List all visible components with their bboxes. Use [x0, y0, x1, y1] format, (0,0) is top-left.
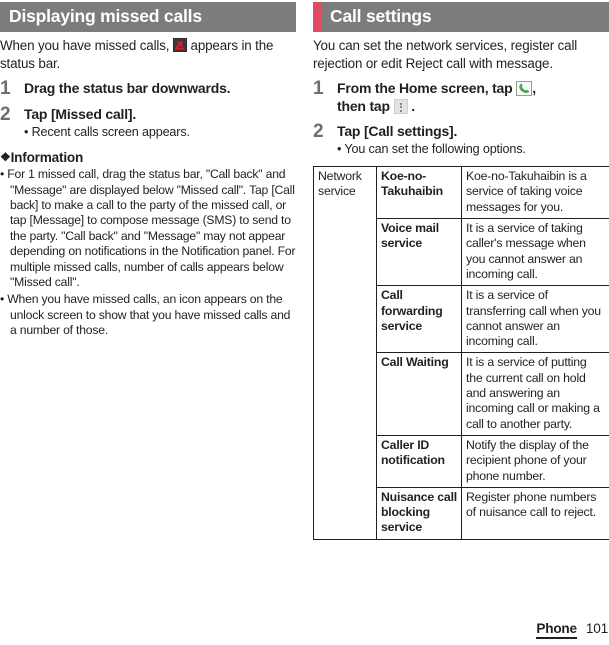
page-footer: Phone 101 — [536, 621, 608, 639]
information-heading: ❖Information — [0, 150, 296, 165]
step-number: 2 — [313, 121, 324, 143]
section-header-missed-calls: Displaying missed calls — [0, 2, 296, 32]
step-body: Tap [Call settings]. • You can set the f… — [337, 122, 609, 157]
step-number: 1 — [313, 78, 324, 100]
step-number: 1 — [0, 78, 11, 100]
step-text-part1: From the Home screen, tap — [337, 80, 513, 97]
information-item: • When you have missed calls, an icon ap… — [0, 292, 291, 338]
phone-handset-icon — [516, 81, 533, 97]
information-marker-icon: ❖ — [0, 150, 11, 165]
table-cell-option-name: Call forwarding service — [376, 285, 462, 354]
section-header-call-settings: Call settings — [313, 2, 609, 32]
step-title: Drag the status bar downwards. — [24, 80, 231, 97]
manual-page: Displaying missed calls When you have mi… — [0, 0, 609, 645]
left-column: Displaying missed calls When you have mi… — [0, 0, 296, 645]
intro-paragraph: When you have missed calls, appears in t… — [0, 37, 296, 72]
step-2-right: 2 Tap [Call settings]. • You can set the… — [313, 122, 609, 157]
step-title: Tap [Call settings]. — [337, 123, 458, 140]
call-settings-options-table: Network service Koe-no-Takuhaibin Koe-no… — [313, 166, 609, 540]
table-cell-option-name: Voice mail service — [376, 218, 462, 287]
overflow-menu-icon — [393, 99, 408, 115]
table-cell-option-description: It is a service of taking caller's messa… — [461, 218, 609, 287]
step-title: Tap [Missed call]. — [24, 106, 137, 123]
step-title: From the Home screen, tap , then tap . — [337, 79, 609, 115]
section-title: Call settings — [330, 5, 432, 26]
table-cell-option-name: Nuisance call blocking service — [376, 486, 462, 540]
missed-call-icon — [172, 38, 187, 52]
step-1-left: 1 Drag the status bar downwards. — [0, 79, 296, 98]
table-cell-option-name: Koe-no-Takuhaibin — [376, 166, 462, 220]
information-item: • For 1 missed call, drag the status bar… — [0, 167, 296, 290]
table-row: Network service Koe-no-Takuhaibin Koe-no… — [313, 166, 609, 540]
table-cell-option-name: Call Waiting — [376, 352, 462, 436]
intro-text-before: When you have missed calls, — [0, 38, 170, 53]
footer-page-number: 101 — [585, 621, 608, 636]
step-bullet: • You can set the following options. — [337, 142, 526, 157]
step-text-part2: , — [532, 80, 536, 97]
step-2-left: 2 Tap [Missed call]. • Recent calls scre… — [0, 105, 296, 140]
table-cell-option-name: Caller ID notification — [376, 434, 462, 488]
step-number: 2 — [0, 104, 11, 126]
step-bullet: • Recent calls screen appears. — [24, 125, 190, 140]
step-body: From the Home screen, tap , then tap . — [337, 79, 609, 115]
table-cell-option-description: It is a service of putting the current c… — [461, 352, 609, 436]
step-text-part4: . — [411, 98, 415, 115]
step-body: Drag the status bar downwards. — [24, 79, 296, 97]
right-column: Call settings You can set the network se… — [313, 0, 609, 645]
step-body: Tap [Missed call]. • Recent calls screen… — [24, 105, 296, 140]
step-1-right: 1 From the Home screen, tap , then tap . — [313, 79, 609, 115]
table-cell-option-description: Koe-no-Takuhaibin is a service of taking… — [461, 166, 609, 220]
step-text-part3: then tap — [337, 98, 390, 115]
intro-paragraph: You can set the network services, regist… — [313, 38, 578, 71]
table-cell-option-description: Notify the display of the recipient phon… — [461, 434, 609, 488]
footer-chapter-label: Phone — [536, 621, 577, 639]
section-accent-bar — [313, 2, 321, 32]
section-title: Displaying missed calls — [9, 5, 202, 26]
table-cell-option-description: It is a service of transferring call whe… — [461, 285, 609, 354]
table-cell-option-description: Register phone numbers of nuisance call … — [461, 486, 609, 540]
table-cell-category: Network service — [313, 166, 377, 540]
information-title: Information — [10, 150, 84, 166]
